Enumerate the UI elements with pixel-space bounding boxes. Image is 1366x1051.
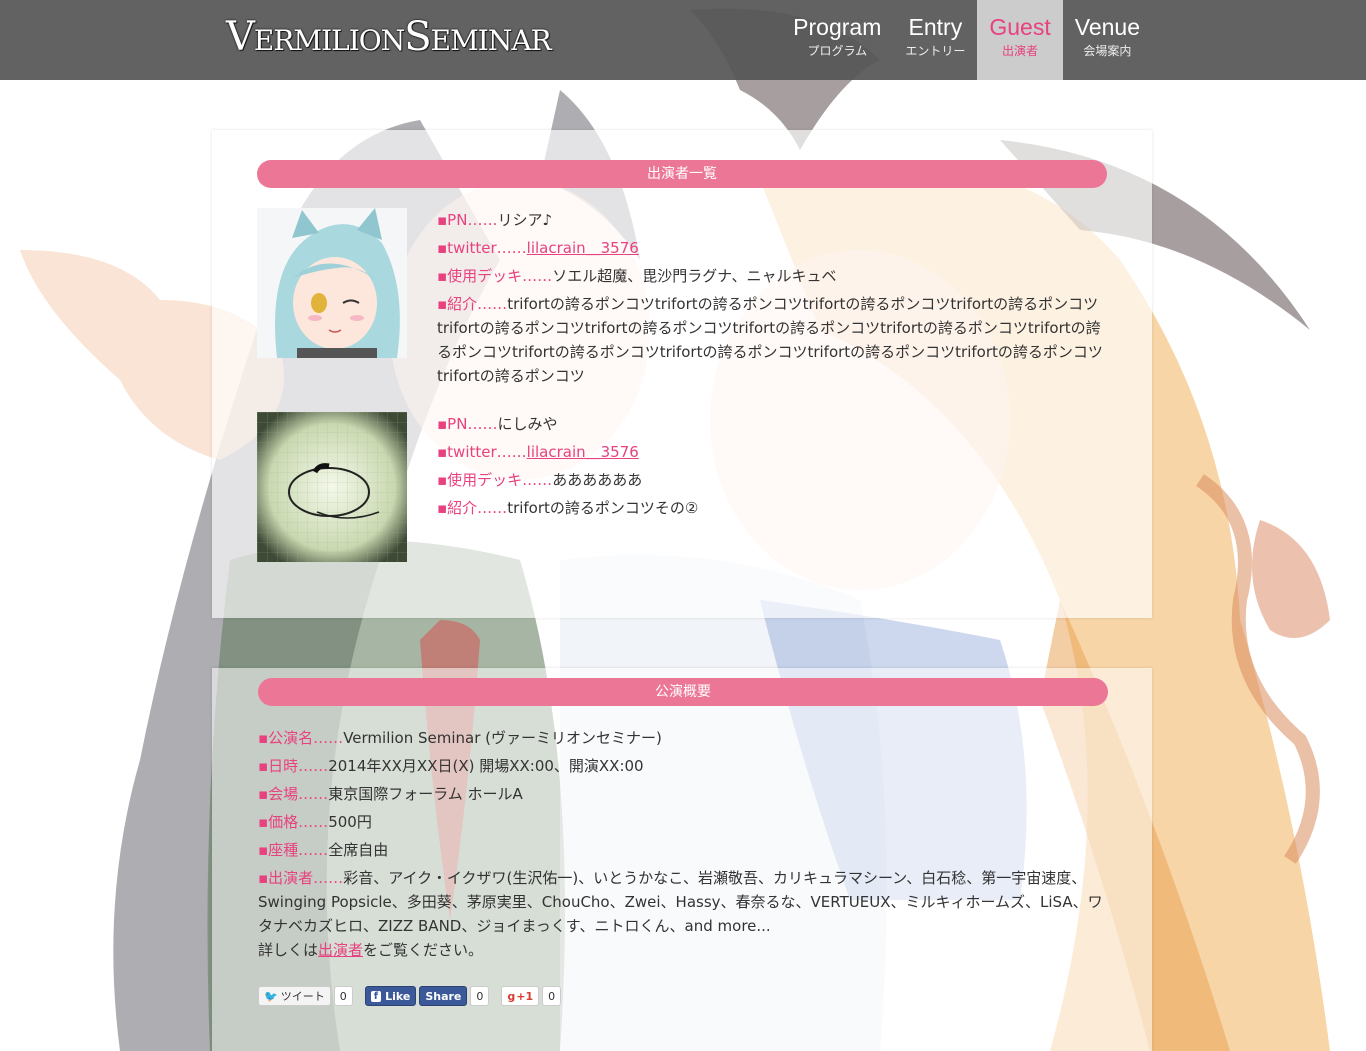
event-venue: 東京国際フォーラム ホールA: [328, 785, 523, 803]
site-logo[interactable]: VERMILIONSEMINAR: [226, 14, 552, 60]
google-plus-count: 0: [542, 986, 562, 1006]
guest-deck: ああああああ: [552, 471, 643, 489]
facebook-like-button[interactable]: f Like: [364, 986, 417, 1006]
facebook-count: 0: [470, 986, 490, 1006]
twitter-bird-icon: 🐦: [264, 989, 278, 1003]
social-buttons: 🐦 ツイート 0 f Like Share 0 g +1 0: [258, 986, 562, 1006]
event-name: Vermilion Seminar (ヴァーミリオンセミナー): [343, 729, 662, 747]
facebook-share-button[interactable]: Share: [419, 986, 468, 1006]
guests-panel: 出演者一覧 PN……リシア♪ twitter……lilacrain＿3576 使…: [212, 130, 1152, 618]
nav-item-program[interactable]: Program プログラム: [781, 0, 893, 80]
nav-item-entry[interactable]: Entry エントリー: [893, 0, 977, 80]
overview-panel: 公演概要 公演名……Vermilion Seminar (ヴァーミリオンセミナー…: [212, 668, 1152, 1051]
event-price: 500円: [328, 813, 372, 831]
guest-info: PN……リシア♪ twitter……lilacrain＿3576 使用デッキ………: [437, 208, 1107, 392]
guest-intro: trifortの誇るポンコツその②: [507, 499, 699, 517]
google-plus-button[interactable]: g +1: [501, 986, 540, 1006]
guest-twitter-link[interactable]: lilacrain＿3576: [527, 443, 639, 461]
tweet-button[interactable]: 🐦 ツイート: [258, 986, 331, 1006]
guest-info: PN……にしみや twitter……lilacrain＿3576 使用デッキ………: [437, 412, 1107, 524]
main-nav: Program プログラム Entry エントリー Guest 出演者 Venu…: [781, 0, 1366, 80]
section-title-guests: 出演者一覧: [257, 160, 1107, 188]
nav-item-guest[interactable]: Guest 出演者: [977, 0, 1063, 80]
overview-details: 公演名……Vermilion Seminar (ヴァーミリオンセミナー) 日時……: [258, 726, 1108, 966]
event-seating: 全席自由: [328, 841, 389, 859]
event-date: 2014年XX月XX日(X) 開場XX:00、開演XX:00: [328, 757, 644, 775]
facebook-icon: f: [370, 990, 382, 1002]
guest-avatar: [257, 208, 407, 358]
nav-item-venue[interactable]: Venue 会場案内: [1063, 0, 1152, 80]
section-title-overview: 公演概要: [258, 678, 1108, 706]
google-plus-icon: g: [507, 989, 516, 1003]
event-performers: 彩音、アイク・イクザワ(生沢佑一)、いとうかなこ、岩瀬敬吾、カリキュラマシーン、…: [258, 869, 1103, 935]
guest-page-link[interactable]: 出演者: [318, 941, 363, 959]
guest-pn: にしみや: [497, 415, 558, 433]
guest-deck: ソエル超魔、毘沙門ラグナ、ニャルキュベ: [552, 267, 837, 285]
site-header: VERMILIONSEMINAR Program プログラム Entry エント…: [0, 0, 1366, 80]
tweet-count: 0: [333, 986, 353, 1006]
guest-avatar: [257, 412, 407, 562]
guest-intro: trifortの誇るポンコツtrifortの誇るポンコツtrifortの誇るポン…: [437, 295, 1103, 385]
guest-pn: リシア♪: [497, 211, 553, 229]
guest-twitter-link[interactable]: lilacrain＿3576: [527, 239, 639, 257]
